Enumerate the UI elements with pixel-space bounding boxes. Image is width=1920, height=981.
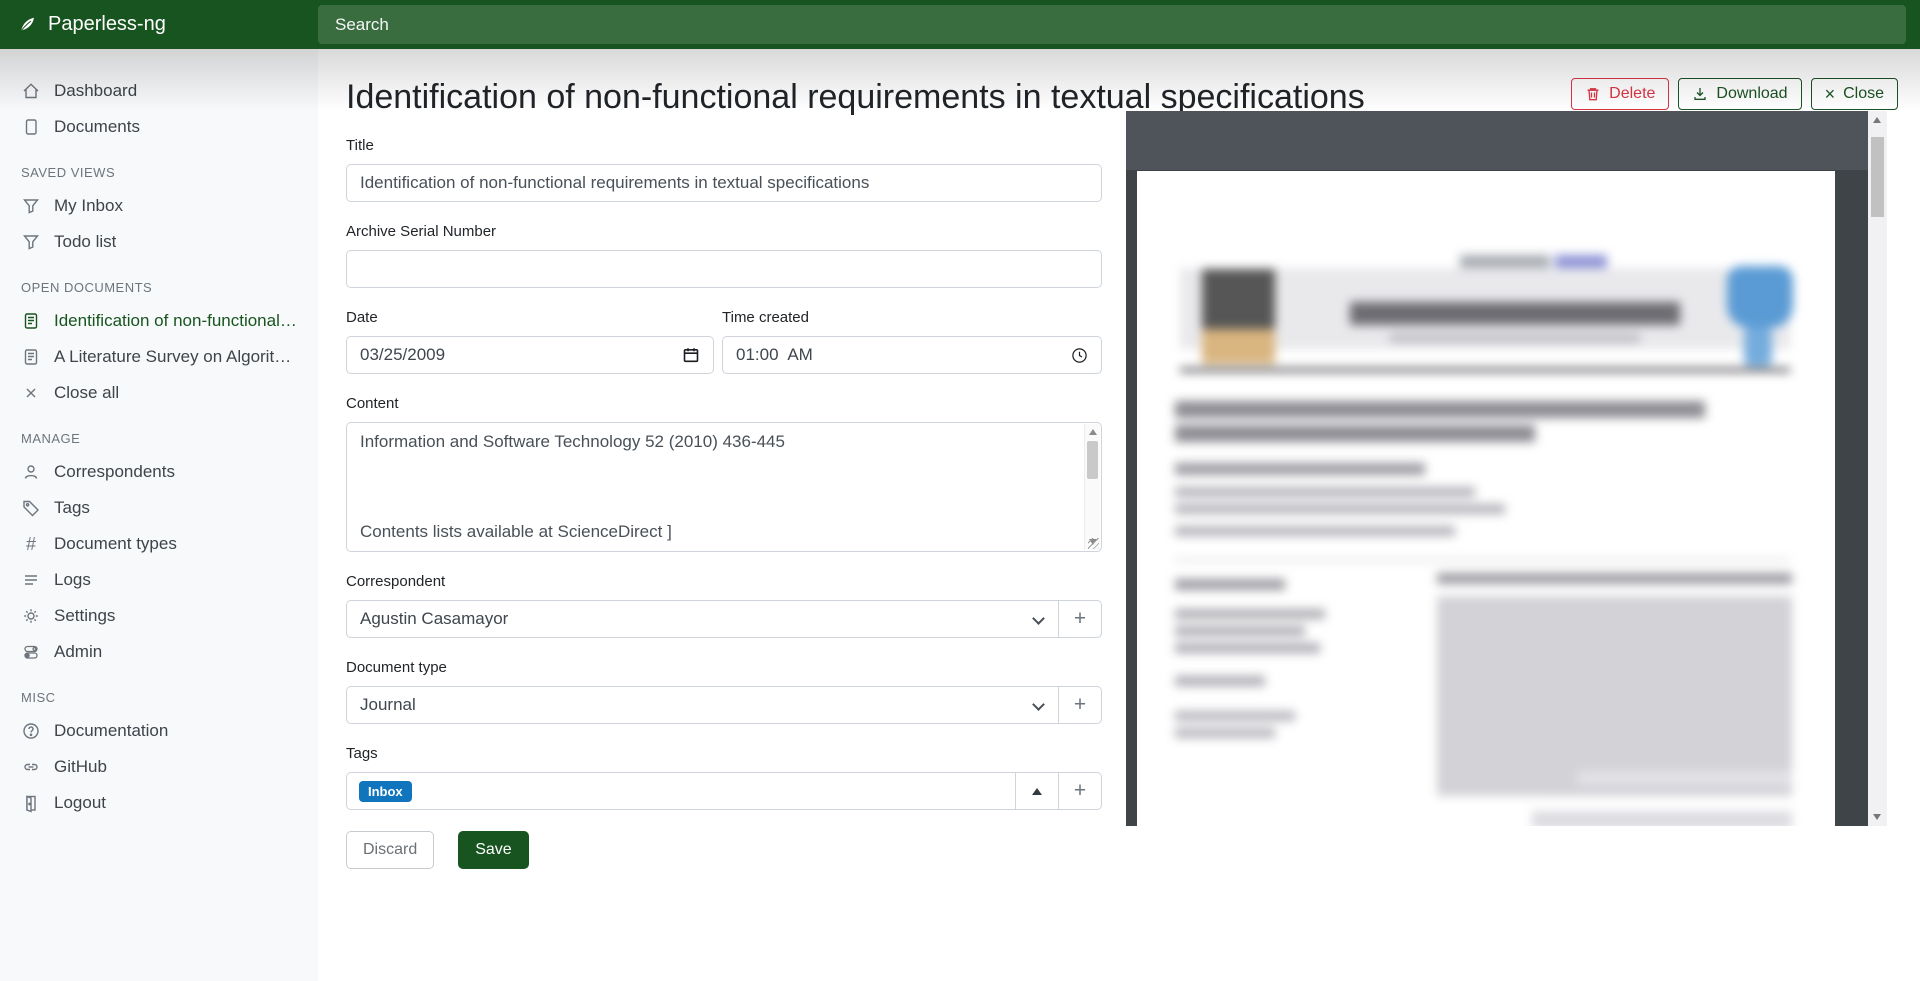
calendar-icon[interactable] — [682, 346, 700, 364]
download-icon — [1692, 86, 1708, 102]
documents-icon — [21, 117, 41, 137]
sidebar-item-correspondents[interactable]: Correspondents — [0, 454, 318, 490]
sidebar-item-todo-list[interactable]: Todo list — [0, 224, 318, 260]
asn-input[interactable] — [346, 250, 1102, 288]
search-input[interactable] — [318, 5, 1906, 44]
discard-button[interactable]: Discard — [346, 831, 434, 869]
admin-toggles-icon — [21, 642, 41, 662]
time-created-label: Time created — [722, 309, 1102, 327]
sidebar-section-open-documents: OPEN DOCUMENTS — [0, 260, 318, 303]
sidebar-item-dashboard[interactable]: Dashboard — [0, 73, 318, 109]
trash-icon — [1585, 86, 1601, 102]
close-icon: × — [1825, 87, 1836, 101]
sidebar-item-github[interactable]: GitHub — [0, 749, 318, 785]
date-input[interactable]: 03/25/2009 — [346, 336, 714, 374]
document-preview-blurred-page — [1137, 171, 1835, 826]
gear-icon — [21, 606, 41, 626]
add-tag-button[interactable]: + — [1058, 772, 1102, 810]
textarea-resize-grip[interactable] — [1088, 538, 1099, 549]
save-button[interactable]: Save — [458, 831, 528, 869]
clock-icon[interactable] — [1071, 347, 1088, 364]
sidebar-item-documents[interactable]: Documents — [0, 109, 318, 145]
content-scrollbar-thumb[interactable] — [1087, 441, 1098, 479]
document-preview — [1126, 111, 1887, 826]
feather-logo-icon — [17, 15, 37, 35]
correspondent-label: Correspondent — [346, 573, 1102, 591]
content-scrollbar[interactable] — [1084, 424, 1100, 550]
home-icon — [21, 81, 41, 101]
file-text-icon — [21, 311, 41, 331]
main-content: Identification of non-functional require… — [318, 49, 1920, 869]
hash-icon: # — [21, 534, 41, 554]
preview-scrollbar[interactable] — [1868, 111, 1887, 826]
filter-icon — [21, 196, 41, 216]
sidebar-item-close-all[interactable]: Close all — [0, 375, 318, 411]
content-textarea[interactable]: Information and Software Technology 52 (… — [346, 422, 1102, 552]
app-brand[interactable]: Paperless-ng — [0, 13, 318, 36]
app-title: Paperless-ng — [48, 13, 166, 36]
sidebar-item-settings[interactable]: Settings — [0, 598, 318, 634]
tag-badge-inbox[interactable]: Inbox — [359, 781, 412, 802]
sidebar-item-logout[interactable]: Logout — [0, 785, 318, 821]
file-text-icon — [21, 347, 41, 367]
tags-collapse-button[interactable] — [1015, 772, 1059, 810]
preview-scroll-up-icon[interactable] — [1873, 117, 1881, 123]
close-button[interactable]: × Close — [1811, 78, 1898, 110]
tags-label: Tags — [346, 745, 1102, 763]
tag-icon — [21, 498, 41, 518]
logout-icon — [21, 793, 41, 813]
preview-scrollbar-thumb[interactable] — [1871, 137, 1884, 217]
delete-button[interactable]: Delete — [1571, 78, 1669, 110]
sidebar-section-manage: MANAGE — [0, 411, 318, 454]
sidebar-open-doc-2[interactable]: A Literature Survey on Algorithms for Mu… — [0, 339, 318, 375]
date-label: Date — [346, 309, 714, 327]
document-type-label: Document type — [346, 659, 1102, 677]
document-type-select[interactable]: Journal — [346, 686, 1059, 724]
time-created-input[interactable]: 01:00 AM — [722, 336, 1102, 374]
pdf-viewer-toolbar — [1126, 111, 1868, 170]
pdf-viewer[interactable] — [1126, 111, 1868, 826]
sidebar-item-logs[interactable]: Logs — [0, 562, 318, 598]
person-icon — [21, 462, 41, 482]
title-label: Title — [346, 137, 1102, 155]
sidebar-section-saved-views: SAVED VIEWS — [0, 145, 318, 188]
sidebar: Dashboard Documents SAVED VIEWS My Inbox… — [0, 49, 318, 981]
sidebar-item-document-types[interactable]: # Document types — [0, 526, 318, 562]
sidebar-section-misc: MISC — [0, 670, 318, 713]
document-edit-form: Title Archive Serial Number Date 03/25/2… — [346, 133, 1102, 869]
chevron-down-icon — [1032, 698, 1045, 711]
correspondent-select[interactable]: Agustin Casamayor — [346, 600, 1059, 638]
logs-icon — [21, 570, 41, 590]
preview-scroll-down-icon[interactable] — [1873, 814, 1881, 820]
sidebar-item-my-inbox[interactable]: My Inbox — [0, 188, 318, 224]
content-text-line1: Information and Software Technology 52 (… — [360, 432, 1073, 452]
sidebar-item-admin[interactable]: Admin — [0, 634, 318, 670]
tags-input[interactable]: Inbox — [346, 772, 1016, 810]
scroll-up-icon[interactable] — [1089, 429, 1097, 435]
title-input[interactable] — [346, 164, 1102, 202]
filter-icon — [21, 232, 41, 252]
triangle-up-icon — [1032, 788, 1042, 795]
chevron-down-icon — [1032, 612, 1045, 625]
sidebar-item-documentation[interactable]: Documentation — [0, 713, 318, 749]
close-icon — [21, 383, 41, 403]
content-text-line2: Contents lists available at ScienceDirec… — [360, 522, 1073, 542]
add-document-type-button[interactable]: + — [1058, 686, 1102, 724]
sidebar-item-tags[interactable]: Tags — [0, 490, 318, 526]
add-correspondent-button[interactable]: + — [1058, 600, 1102, 638]
help-icon — [21, 721, 41, 741]
sidebar-open-doc-1[interactable]: Identification of non-functional require… — [0, 303, 318, 339]
download-button[interactable]: Download — [1678, 78, 1801, 110]
asn-label: Archive Serial Number — [346, 223, 1102, 241]
top-navbar: Paperless-ng — [0, 0, 1920, 49]
link-icon — [21, 757, 41, 777]
content-label: Content — [346, 395, 1102, 413]
